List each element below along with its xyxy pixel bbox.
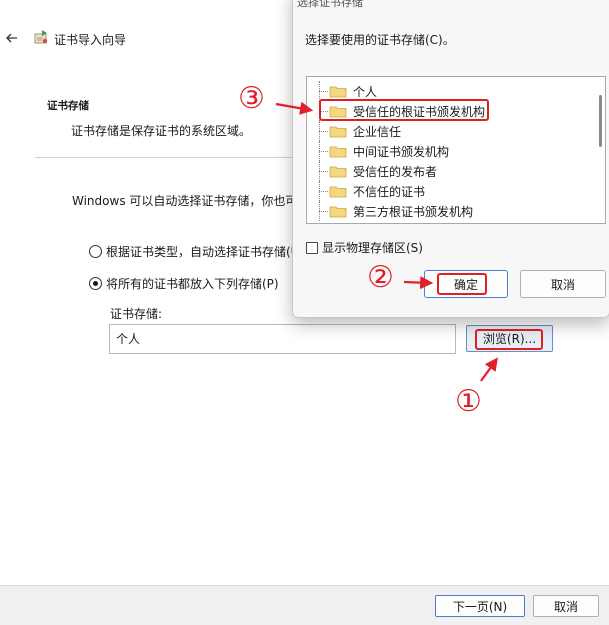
radio-auto-select[interactable]: 根据证书类型，自动选择证书存储(U [89, 243, 299, 260]
step-3-marker: ③ [238, 81, 265, 116]
tree-item-label: 中间证书颁发机构 [353, 144, 450, 159]
dialog-prompt: 选择要使用的证书存储(C)。 [305, 33, 455, 47]
store-tree-view[interactable]: 个人 受信任的根证书颁发机构 企业信任 中间证书颁发机构 受信任的发布者 不信任… [306, 76, 606, 224]
tree-connector [315, 81, 329, 101]
folder-icon [329, 186, 347, 198]
radio-place-all-label: 将所有的证书都放入下列存储(P) [106, 277, 279, 291]
ok-button[interactable]: 确定 [424, 270, 508, 298]
tree-item-label: 不信任的证书 [353, 184, 426, 199]
tree-item-intermediate-ca[interactable]: 中间证书颁发机构 [307, 141, 595, 161]
wizard-title: 证书导入向导 [54, 33, 127, 47]
dialog-title: 选择证书存储 [297, 0, 363, 9]
radio-auto-select-label: 根据证书类型，自动选择证书存储(U [106, 245, 300, 259]
auto-select-description: Windows 可以自动选择证书存储，你也可 [72, 194, 298, 208]
back-arrow-icon[interactable] [4, 30, 20, 46]
tree-item-untrusted[interactable]: 不信任的证书 [307, 181, 595, 201]
step-1-marker: ① [455, 384, 482, 419]
cancel-button[interactable]: 取消 [533, 595, 599, 617]
show-physical-stores-label: 显示物理存储区(S) [322, 241, 423, 255]
folder-icon [329, 86, 347, 98]
tree-item-label: 受信任的发布者 [353, 164, 438, 179]
tree-connector [315, 101, 329, 121]
tree-connector [315, 201, 329, 221]
certificate-store-label: 证书存储: [110, 307, 163, 321]
tree-item-personal[interactable]: 个人 [307, 81, 595, 101]
certificate-store-field[interactable]: 个人 [109, 324, 456, 354]
tree-connector [315, 121, 329, 141]
tree-scrollbar[interactable] [599, 95, 602, 147]
folder-icon [329, 146, 347, 158]
next-button[interactable]: 下一页(N) [435, 595, 525, 617]
tree-item-label: 个人 [353, 84, 378, 99]
tree-connector [315, 161, 329, 181]
tree-item-enterprise-trust[interactable]: 企业信任 [307, 121, 595, 141]
section-heading: 证书存储 [47, 100, 89, 112]
radio-button-selected[interactable] [89, 277, 102, 290]
tree-item-third-party-root[interactable]: 第三方根证书颁发机构 [307, 201, 595, 221]
checkbox[interactable] [306, 241, 318, 254]
store-tree-list: 个人 受信任的根证书颁发机构 企业信任 中间证书颁发机构 受信任的发布者 不信任… [307, 81, 595, 221]
folder-icon [329, 106, 347, 118]
radio-button[interactable] [89, 245, 102, 258]
certificate-wizard-icon [34, 30, 48, 44]
tree-item-label: 受信任的根证书颁发机构 [353, 104, 486, 119]
folder-icon [329, 126, 347, 138]
tree-item-trusted-root[interactable]: 受信任的根证书颁发机构 [307, 101, 595, 121]
dialog-cancel-button[interactable]: 取消 [520, 270, 606, 298]
tree-connector [315, 141, 329, 161]
folder-icon [329, 166, 347, 178]
tree-item-label: 企业信任 [353, 124, 402, 139]
browse-button[interactable]: 浏览(R)... [466, 325, 553, 352]
section-description: 证书存储是保存证书的系统区域。 [71, 124, 252, 138]
tree-item-trusted-publishers[interactable]: 受信任的发布者 [307, 161, 595, 181]
tree-item-label: 第三方根证书颁发机构 [353, 204, 474, 219]
radio-place-all-in-store[interactable]: 将所有的证书都放入下列存储(P) [89, 275, 279, 292]
step-1-arrow [480, 357, 498, 382]
folder-icon [329, 206, 347, 218]
show-physical-stores-checkbox[interactable]: 显示物理存储区(S) [306, 239, 423, 256]
tree-connector [315, 181, 329, 201]
step-2-marker: ② [367, 260, 394, 295]
